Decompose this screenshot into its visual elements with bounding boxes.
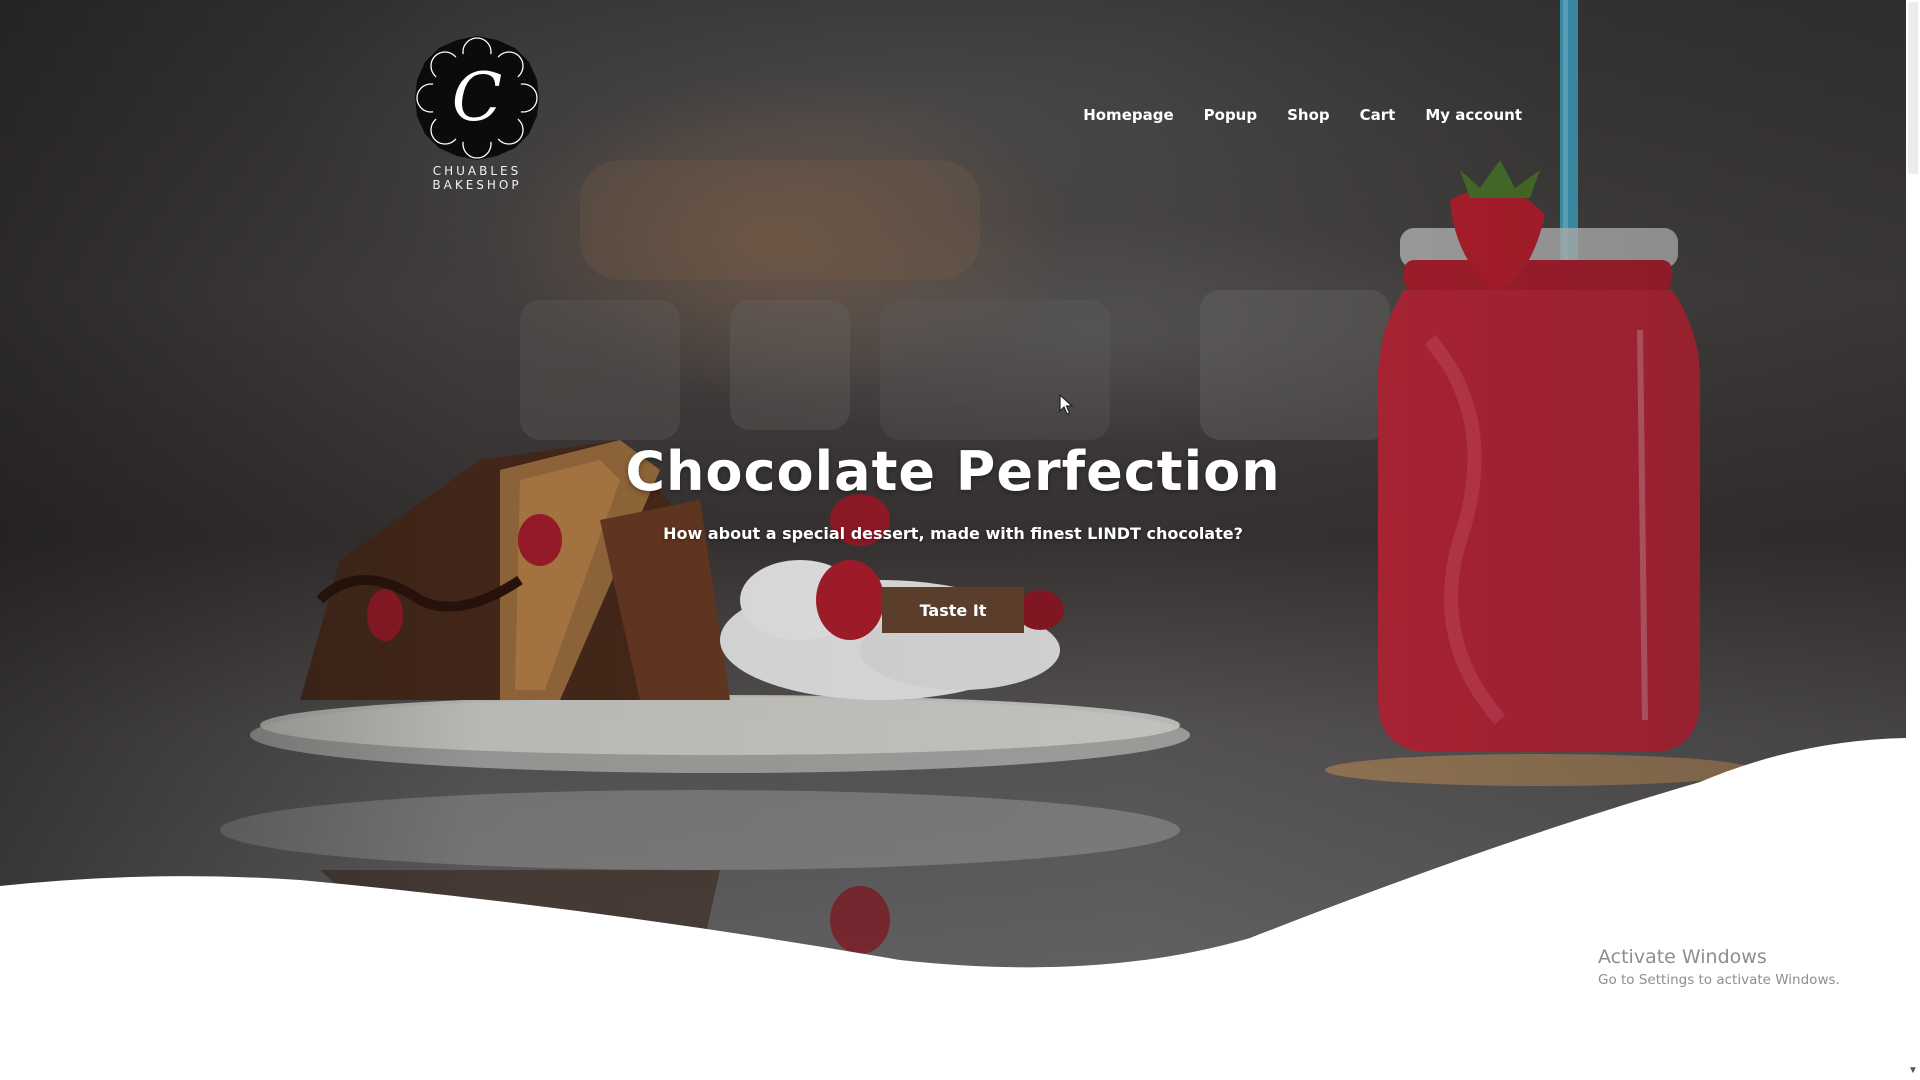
chevron-down-icon[interactable]: ▼ <box>1906 1064 1920 1078</box>
logo-letter: C <box>452 59 503 136</box>
nav-item-shop[interactable]: Shop <box>1287 106 1330 124</box>
page: C CHUABLES BAKESHOP Homepage Popup Shop … <box>0 0 1920 1080</box>
scrollbar-thumb[interactable] <box>1908 2 1918 174</box>
windows-activation-watermark: Activate Windows Go to Settings to activ… <box>1598 946 1840 988</box>
nav-item-cart[interactable]: Cart <box>1360 106 1396 124</box>
main-navigation: Homepage Popup Shop Cart My account <box>1083 106 1522 124</box>
nav-item-homepage[interactable]: Homepage <box>1083 106 1173 124</box>
hero-wave-divider <box>0 738 1906 1080</box>
taste-it-button[interactable]: Taste It <box>882 587 1024 633</box>
logo-text-line1: CHUABLES <box>432 164 522 178</box>
mouse-pointer-icon <box>1059 394 1073 415</box>
page-scrollbar[interactable]: ▼ <box>1906 0 1920 1080</box>
activation-title: Activate Windows <box>1598 946 1767 968</box>
nav-item-popup[interactable]: Popup <box>1204 106 1257 124</box>
hero-subtitle: How about a special dessert, made with f… <box>663 524 1243 543</box>
nav-item-my-account[interactable]: My account <box>1425 106 1522 124</box>
activation-subtitle: Go to Settings to activate Windows. <box>1598 972 1840 988</box>
logo-emblem-icon: C <box>415 36 539 160</box>
bakeshop-logo[interactable]: C CHUABLES BAKESHOP <box>404 34 550 194</box>
logo-text-line2: BAKESHOP <box>432 178 522 192</box>
hero-title: Chocolate Perfection <box>625 440 1281 503</box>
